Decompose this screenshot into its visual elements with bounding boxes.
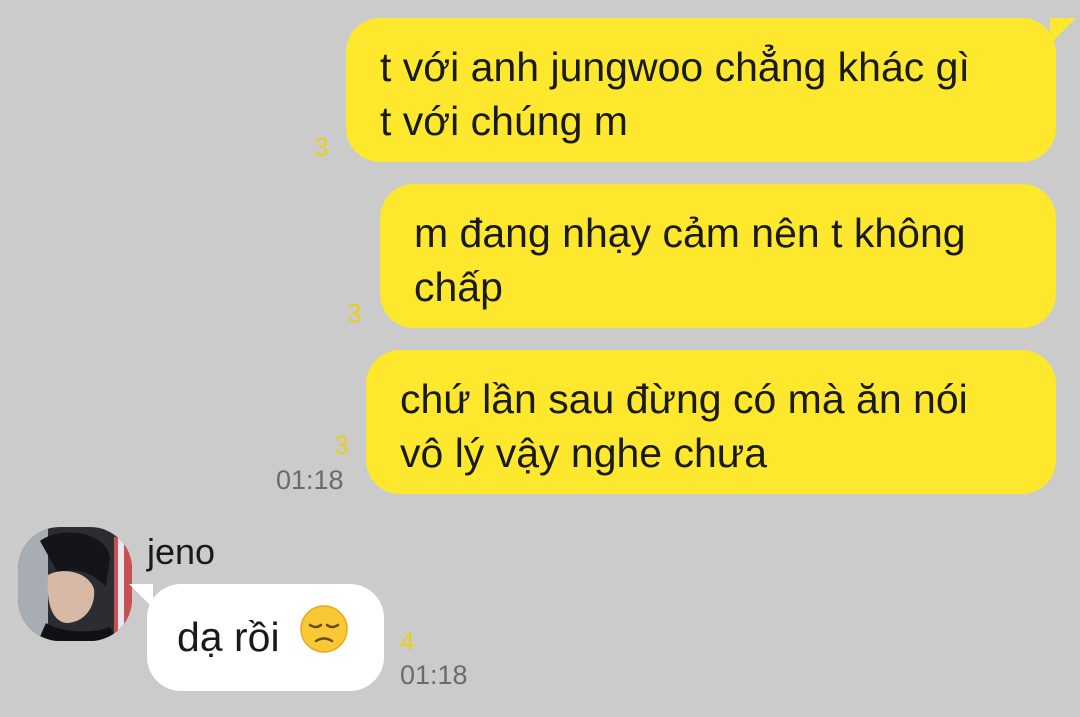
unread-count: 3 xyxy=(314,132,329,162)
incoming-message[interactable]: dạ rồi xyxy=(129,584,384,691)
pensive-face-emoji xyxy=(299,604,349,667)
incoming-message-text: dạ rồi xyxy=(177,614,280,660)
unread-count: 3 xyxy=(347,298,362,328)
outgoing-message[interactable]: m đang nhạy cảm nên t không chấp xyxy=(380,184,1056,328)
avatar[interactable] xyxy=(18,527,132,641)
profile-photo xyxy=(18,527,132,641)
unread-count: 3 xyxy=(334,430,349,460)
sender-name: jeno xyxy=(147,531,216,572)
outgoing-message[interactable]: t với anh jungwoo chẳng khác gì t với ch… xyxy=(346,18,1076,162)
message-timestamp: 01:18 xyxy=(276,465,344,495)
unread-count: 4 xyxy=(400,626,415,656)
message-timestamp: 01:18 xyxy=(400,660,468,690)
outgoing-message[interactable]: chứ lần sau đừng có mà ăn nói vô lý vậy … xyxy=(366,350,1056,494)
